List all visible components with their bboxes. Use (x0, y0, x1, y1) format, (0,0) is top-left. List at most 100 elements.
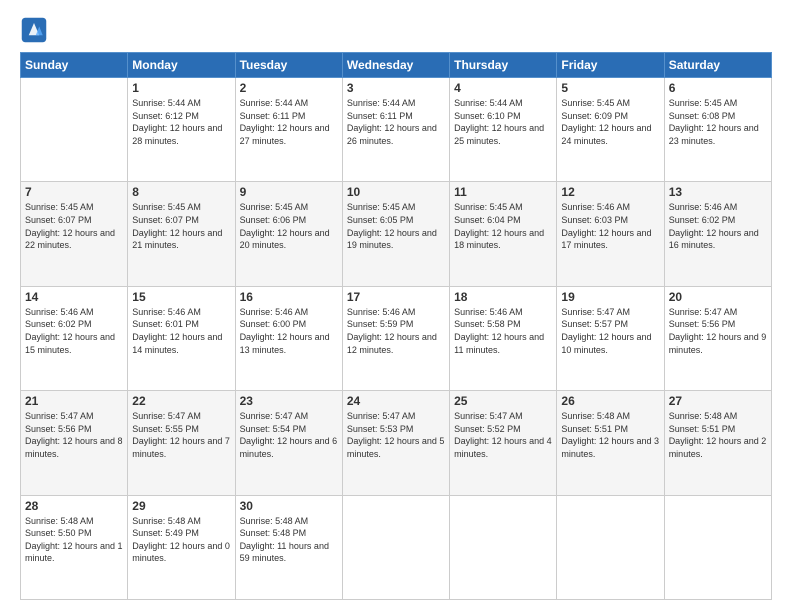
day-info: Sunrise: 5:45 AMSunset: 6:07 PMDaylight:… (25, 201, 123, 251)
day-number: 9 (240, 185, 338, 199)
day-info: Sunrise: 5:44 AMSunset: 6:10 PMDaylight:… (454, 97, 552, 147)
day-info: Sunrise: 5:46 AMSunset: 5:59 PMDaylight:… (347, 306, 445, 356)
calendar-cell: 6Sunrise: 5:45 AMSunset: 6:08 PMDaylight… (664, 78, 771, 182)
day-info: Sunrise: 5:46 AMSunset: 6:02 PMDaylight:… (25, 306, 123, 356)
weekday-header-wednesday: Wednesday (342, 53, 449, 78)
day-number: 29 (132, 499, 230, 513)
day-info: Sunrise: 5:48 AMSunset: 5:50 PMDaylight:… (25, 515, 123, 565)
calendar-cell: 8Sunrise: 5:45 AMSunset: 6:07 PMDaylight… (128, 182, 235, 286)
calendar-cell: 13 Sunrise: 5:46 AMSunset: 6:02 PMDayligh… (664, 182, 771, 286)
day-number: 1 (132, 81, 230, 95)
calendar-cell: 23 Sunrise: 5:47 AMSunset: 5:54 PMDayligh… (235, 391, 342, 495)
calendar-cell: 24 Sunrise: 5:47 AMSunset: 5:53 PMDayligh… (342, 391, 449, 495)
calendar-cell: 14 Sunrise: 5:46 AMSunset: 6:02 PMDayligh… (21, 286, 128, 390)
calendar-cell: 2 Sunrise: 5:44 AMSunset: 6:11 PMDaylight… (235, 78, 342, 182)
day-number: 10 (347, 185, 445, 199)
day-number: 23 (240, 394, 338, 408)
logo-icon (20, 16, 48, 44)
calendar-table: SundayMondayTuesdayWednesdayThursdayFrid… (20, 52, 772, 600)
day-info: Sunrise: 5:45 AMSunset: 6:05 PMDaylight:… (347, 201, 445, 251)
day-number: 21 (25, 394, 123, 408)
day-info: Sunrise: 5:46 AMSunset: 6:02 PMDaylight:… (669, 201, 767, 251)
day-number: 19 (561, 290, 659, 304)
calendar-cell (557, 495, 664, 599)
calendar-cell: 20 Sunrise: 5:47 AMSunset: 5:56 PMDayligh… (664, 286, 771, 390)
day-info: Sunrise: 5:44 AMSunset: 6:11 PMDaylight:… (240, 97, 338, 147)
day-info: Sunrise: 5:48 AMSunset: 5:51 PMDaylight:… (669, 410, 767, 460)
calendar-cell: 4 Sunrise: 5:44 AMSunset: 6:10 PMDaylight… (450, 78, 557, 182)
day-number: 17 (347, 290, 445, 304)
page-header (20, 16, 772, 44)
day-info: Sunrise: 5:45 AMSunset: 6:06 PMDaylight:… (240, 201, 338, 251)
calendar-cell: 17 Sunrise: 5:46 AMSunset: 5:59 PMDayligh… (342, 286, 449, 390)
day-number: 8 (132, 185, 230, 199)
calendar-cell: 5 Sunrise: 5:45 AMSunset: 6:09 PMDaylight… (557, 78, 664, 182)
calendar-week-row: 21 Sunrise: 5:47 AMSunset: 5:56 PMDayligh… (21, 391, 772, 495)
calendar-cell: 19 Sunrise: 5:47 AMSunset: 5:57 PMDayligh… (557, 286, 664, 390)
weekday-header-monday: Monday (128, 53, 235, 78)
calendar-cell (450, 495, 557, 599)
day-number: 28 (25, 499, 123, 513)
calendar-cell: 25Sunrise: 5:47 AMSunset: 5:52 PMDayligh… (450, 391, 557, 495)
day-info: Sunrise: 5:46 AMSunset: 5:58 PMDaylight:… (454, 306, 552, 356)
day-number: 5 (561, 81, 659, 95)
day-info: Sunrise: 5:44 AMSunset: 6:12 PMDaylight:… (132, 97, 230, 147)
calendar-cell: 7 Sunrise: 5:45 AMSunset: 6:07 PMDaylight… (21, 182, 128, 286)
calendar-cell: 30 Sunrise: 5:48 AMSunset: 5:48 PMDayligh… (235, 495, 342, 599)
day-info: Sunrise: 5:48 AMSunset: 5:51 PMDaylight:… (561, 410, 659, 460)
day-info: Sunrise: 5:46 AMSunset: 6:00 PMDaylight:… (240, 306, 338, 356)
day-number: 4 (454, 81, 552, 95)
calendar-cell: 9 Sunrise: 5:45 AMSunset: 6:06 PMDaylight… (235, 182, 342, 286)
day-number: 16 (240, 290, 338, 304)
day-number: 3 (347, 81, 445, 95)
calendar-cell (342, 495, 449, 599)
day-number: 12 (561, 185, 659, 199)
calendar-cell: 26 Sunrise: 5:48 AMSunset: 5:51 PMDayligh… (557, 391, 664, 495)
day-number: 11 (454, 185, 552, 199)
day-info: Sunrise: 5:47 AMSunset: 5:55 PMDaylight:… (132, 410, 230, 460)
calendar-cell: 29Sunrise: 5:48 AMSunset: 5:49 PMDayligh… (128, 495, 235, 599)
day-number: 25 (454, 394, 552, 408)
day-info: Sunrise: 5:47 AMSunset: 5:54 PMDaylight:… (240, 410, 338, 460)
calendar-cell: 21 Sunrise: 5:47 AMSunset: 5:56 PMDayligh… (21, 391, 128, 495)
day-info: Sunrise: 5:46 AMSunset: 6:03 PMDaylight:… (561, 201, 659, 251)
day-number: 27 (669, 394, 767, 408)
calendar-cell: 28 Sunrise: 5:48 AMSunset: 5:50 PMDayligh… (21, 495, 128, 599)
day-number: 26 (561, 394, 659, 408)
day-number: 7 (25, 185, 123, 199)
calendar-cell: 10 Sunrise: 5:45 AMSunset: 6:05 PMDayligh… (342, 182, 449, 286)
calendar-cell (664, 495, 771, 599)
day-info: Sunrise: 5:47 AMSunset: 5:56 PMDaylight:… (669, 306, 767, 356)
day-info: Sunrise: 5:47 AMSunset: 5:53 PMDaylight:… (347, 410, 445, 460)
day-number: 20 (669, 290, 767, 304)
day-number: 14 (25, 290, 123, 304)
day-info: Sunrise: 5:46 AMSunset: 6:01 PMDaylight:… (132, 306, 230, 356)
calendar-week-row: 14 Sunrise: 5:46 AMSunset: 6:02 PMDayligh… (21, 286, 772, 390)
day-info: Sunrise: 5:45 AMSunset: 6:09 PMDaylight:… (561, 97, 659, 147)
calendar-cell: 18 Sunrise: 5:46 AMSunset: 5:58 PMDayligh… (450, 286, 557, 390)
day-info: Sunrise: 5:44 AMSunset: 6:11 PMDaylight:… (347, 97, 445, 147)
calendar-page: SundayMondayTuesdayWednesdayThursdayFrid… (0, 0, 792, 612)
calendar-week-row: 28 Sunrise: 5:48 AMSunset: 5:50 PMDayligh… (21, 495, 772, 599)
day-number: 13 (669, 185, 767, 199)
weekday-header-row: SundayMondayTuesdayWednesdayThursdayFrid… (21, 53, 772, 78)
day-info: Sunrise: 5:47 AMSunset: 5:57 PMDaylight:… (561, 306, 659, 356)
day-number: 24 (347, 394, 445, 408)
day-number: 30 (240, 499, 338, 513)
calendar-week-row: 7 Sunrise: 5:45 AMSunset: 6:07 PMDaylight… (21, 182, 772, 286)
day-info: Sunrise: 5:45 AMSunset: 6:04 PMDaylight:… (454, 201, 552, 251)
calendar-cell: 12 Sunrise: 5:46 AMSunset: 6:03 PMDayligh… (557, 182, 664, 286)
calendar-cell: 16 Sunrise: 5:46 AMSunset: 6:00 PMDayligh… (235, 286, 342, 390)
day-number: 2 (240, 81, 338, 95)
day-number: 18 (454, 290, 552, 304)
day-number: 22 (132, 394, 230, 408)
calendar-cell: 11 Sunrise: 5:45 AMSunset: 6:04 PMDayligh… (450, 182, 557, 286)
calendar-cell: 3 Sunrise: 5:44 AMSunset: 6:11 PMDaylight… (342, 78, 449, 182)
calendar-cell: 15Sunrise: 5:46 AMSunset: 6:01 PMDayligh… (128, 286, 235, 390)
day-info: Sunrise: 5:48 AMSunset: 5:48 PMDaylight:… (240, 515, 338, 565)
calendar-cell: 1 Sunrise: 5:44 AMSunset: 6:12 PMDaylight… (128, 78, 235, 182)
weekday-header-sunday: Sunday (21, 53, 128, 78)
day-info: Sunrise: 5:47 AMSunset: 5:56 PMDaylight:… (25, 410, 123, 460)
day-info: Sunrise: 5:45 AMSunset: 6:08 PMDaylight:… (669, 97, 767, 147)
weekday-header-tuesday: Tuesday (235, 53, 342, 78)
